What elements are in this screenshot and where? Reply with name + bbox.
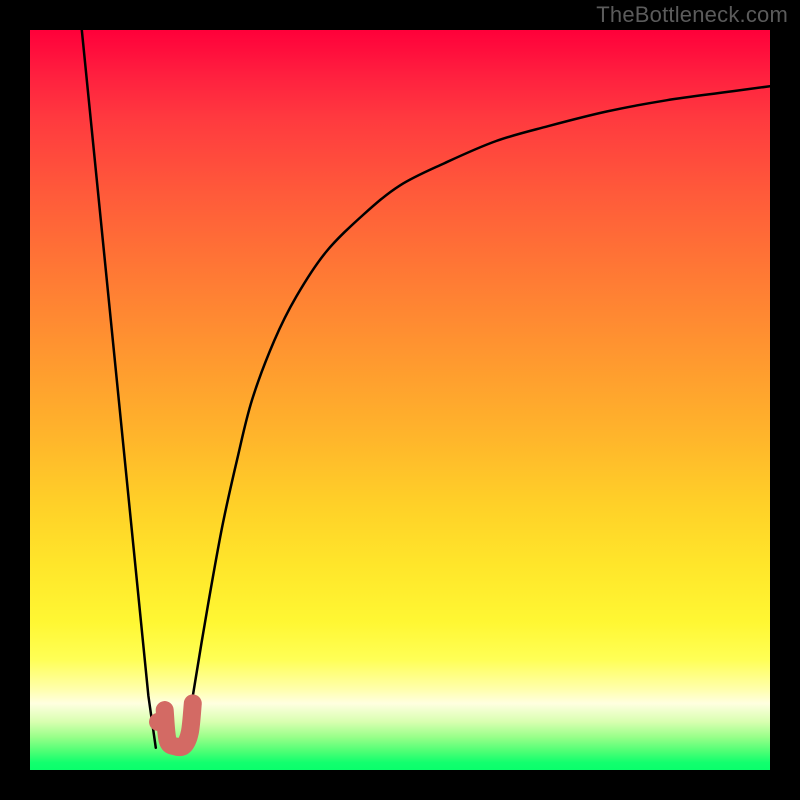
highlight-hook — [165, 703, 193, 747]
highlight-layer — [30, 30, 770, 770]
chart-frame: TheBottleneck.com — [0, 0, 800, 800]
plot-area — [30, 30, 770, 770]
watermark-text: TheBottleneck.com — [596, 2, 788, 28]
